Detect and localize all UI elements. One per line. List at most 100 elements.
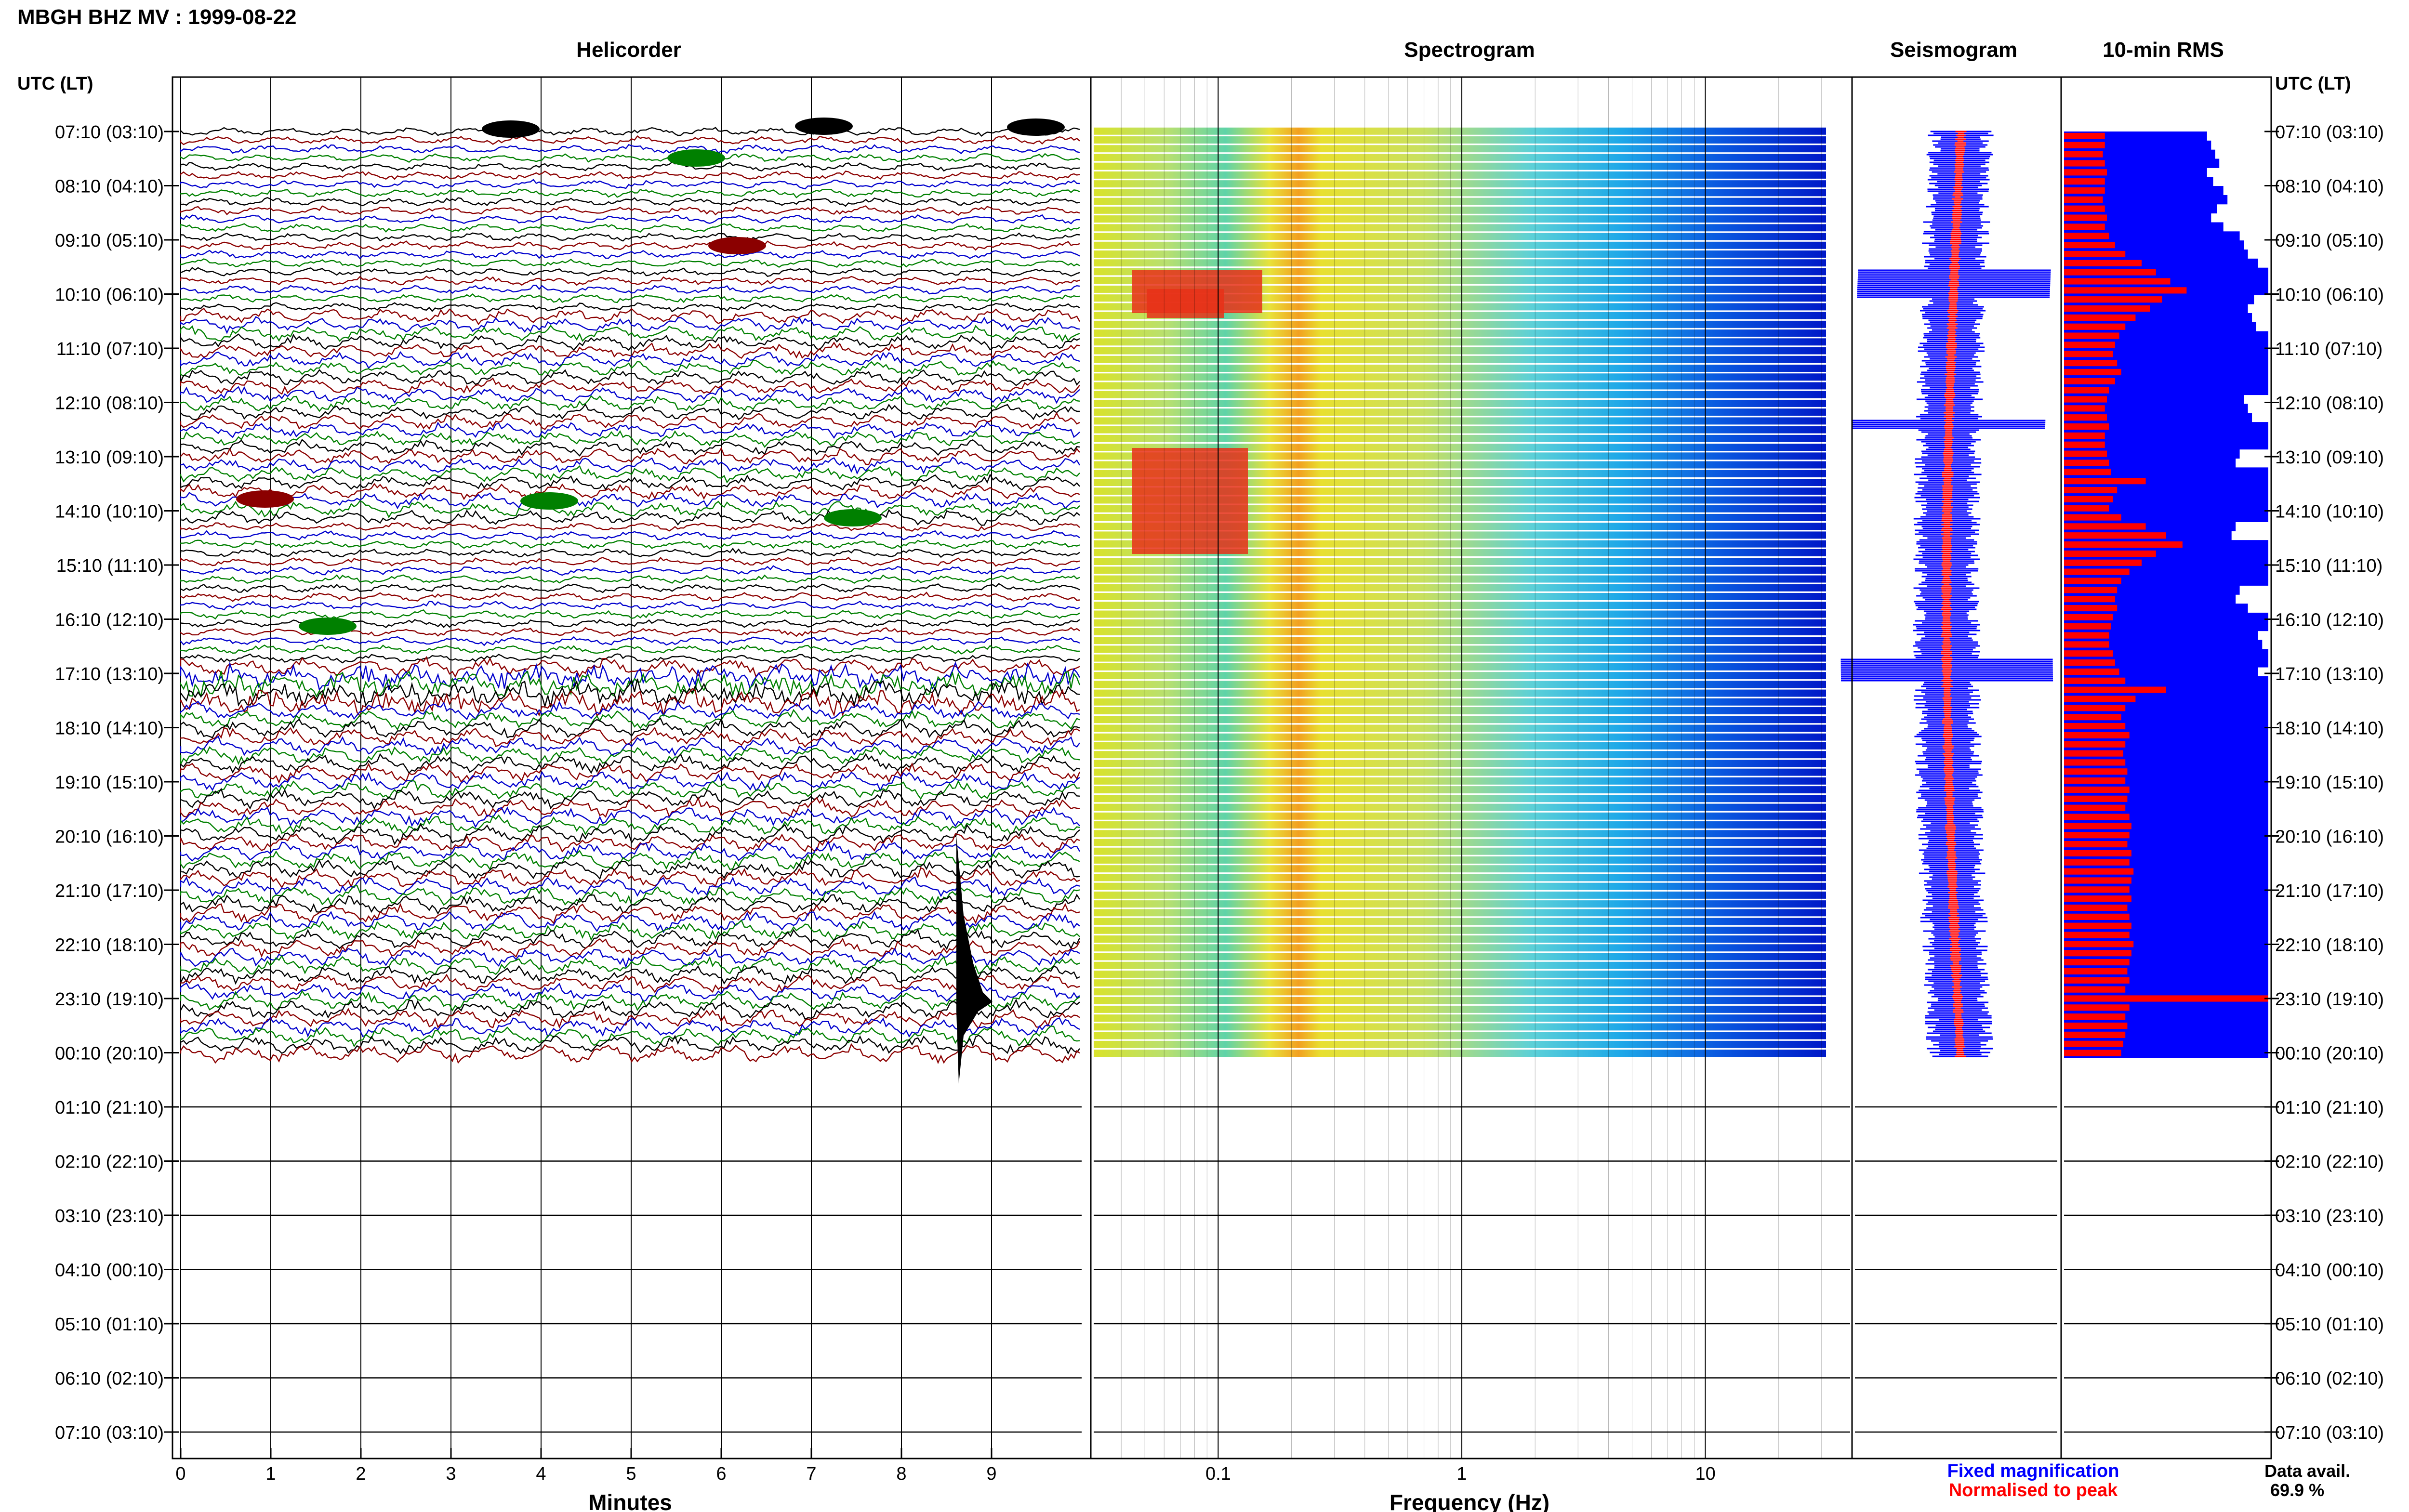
spectrogram-row <box>1094 180 1826 188</box>
helicorder-trace <box>180 539 1080 550</box>
spectrogram-row <box>1094 681 1826 688</box>
helicorder-trace <box>180 153 1080 163</box>
spectrogram-row <box>1094 1014 1826 1022</box>
rms-normalised-bar <box>2064 541 2183 548</box>
rms-normalised-bar <box>2064 242 2115 249</box>
rms-normalised-bar <box>2064 1013 2126 1020</box>
helicorder-panel <box>180 77 1081 1459</box>
rms-panel <box>2064 131 2268 1058</box>
spectrogram-row <box>1094 1005 1826 1013</box>
rms-normalised-bar <box>2064 959 2130 966</box>
helicorder-trace <box>180 745 1080 765</box>
rms-normalised-bar <box>2064 723 2126 730</box>
spectrogram-row <box>1094 654 1826 662</box>
rms-normalised-bar <box>2064 995 2268 1002</box>
spectrogram-row <box>1094 602 1826 609</box>
spectrogram-row <box>1094 338 1826 346</box>
row-label-left: 01:10 (21:10) <box>55 1098 164 1118</box>
spectrogram-row <box>1094 224 1826 232</box>
spectrogram-row <box>1094 988 1826 996</box>
helicorder-trace <box>180 377 1080 395</box>
row-label-right: 07:10 (03:10) <box>2275 122 2384 143</box>
rms-normalised-bar <box>2064 414 2107 421</box>
row-label-left: 15:10 (11:10) <box>56 556 164 576</box>
helicorder-trace <box>180 990 1080 1012</box>
rms-normalised-bar <box>2064 342 2115 348</box>
rms-normalised-bar <box>2064 596 2115 603</box>
row-label-left: 17:10 (13:10) <box>55 664 164 684</box>
x-axes: 0 1 2 3 4 5 6 7 8 9 0.1 1 10 <box>175 1448 1716 1484</box>
rms-normalised-bar <box>2064 368 2121 376</box>
helicorder-trace <box>180 547 1080 558</box>
helicorder-event <box>795 118 853 135</box>
spectrogram-row <box>1094 215 1826 223</box>
row-label-right: 17:10 (13:10) <box>2275 664 2384 684</box>
spectrogram-row <box>1094 698 1826 706</box>
rms-normalised-bar <box>2064 986 2126 993</box>
spectrogram-row <box>1094 909 1826 917</box>
frequency-tick-label: 10 <box>1695 1464 1715 1484</box>
row-label-right: 08:10 (04:10) <box>2275 177 2384 197</box>
helicorder-trace <box>180 250 1080 260</box>
rms-normalised-bar <box>2064 187 2105 194</box>
rms-normalised-bar <box>2064 977 2130 984</box>
rms-normalised-bar <box>2064 360 2118 367</box>
rms-normalised-bar <box>2064 496 2113 502</box>
row-label-left: 11:10 (07:10) <box>56 339 164 359</box>
spectrogram-row <box>1094 347 1826 355</box>
rms-normalised-bar <box>2064 441 2105 448</box>
helicorder-trace <box>180 771 1080 792</box>
rms-normalised-bar <box>2064 968 2128 975</box>
rms-title: 10-min RMS <box>2103 38 2224 62</box>
rms-normalised-bar <box>2064 587 2118 593</box>
spectrogram-row <box>1094 882 1826 890</box>
spectrogram-row <box>1094 830 1826 838</box>
rms-normalised-bar <box>2064 523 2146 530</box>
rms-normalised-bar <box>2064 605 2118 612</box>
helicorder-trace <box>180 670 1081 700</box>
helicorder-trace <box>180 421 1080 439</box>
spectrogram-row <box>1094 795 1826 802</box>
helicorder-trace <box>180 928 1081 950</box>
rms-normalised-bar <box>2064 287 2187 294</box>
spectrogram-row <box>1094 689 1826 697</box>
frequency-axis-label: Frequency (Hz) <box>1390 1490 1549 1512</box>
helicorder-trace <box>180 369 1080 386</box>
spectrogram-row <box>1094 566 1826 574</box>
spectrogram-row <box>1094 434 1826 442</box>
row-label-left: 09:10 (05:10) <box>55 231 164 251</box>
helicorder-trace <box>180 644 1080 655</box>
helicorder-trace <box>180 144 1080 155</box>
spectrogram-row <box>1094 233 1826 240</box>
rms-normalised-bar <box>2064 486 2118 494</box>
row-label-left: 06:10 (02:10) <box>55 1369 164 1389</box>
spectrogram-row <box>1094 154 1826 161</box>
helicorder-trace <box>180 876 1080 897</box>
helicorder-trace <box>180 285 1080 295</box>
rms-normalised-bar <box>2064 668 2119 675</box>
rms-normalised-bar <box>2064 224 2105 230</box>
frequency-tick-label: 1 <box>1456 1464 1467 1484</box>
spectrogram-row <box>1094 900 1826 908</box>
rms-normalised-bar <box>2064 1040 2123 1047</box>
rms-normalised-bar <box>2064 886 2130 893</box>
rms-normalised-bar <box>2064 1004 2130 1011</box>
spectrogram-row <box>1094 628 1826 635</box>
row-label-right: 06:10 (02:10) <box>2275 1369 2384 1389</box>
rms-normalised-bar <box>2064 469 2111 475</box>
rms-normalised-bar <box>2064 868 2134 875</box>
spectrogram-row <box>1094 961 1826 969</box>
helicorder-trace <box>180 636 1080 646</box>
minute-tick-label: 0 <box>175 1464 185 1484</box>
rms-normalised-bar <box>2064 913 2130 920</box>
rms-normalised-bar <box>2064 423 2109 430</box>
row-label-left: 13:10 (09:10) <box>55 447 164 468</box>
helicorder-trace <box>180 1035 1080 1055</box>
spectrogram-row <box>1094 997 1826 1004</box>
spectrogram-row <box>1094 426 1826 434</box>
rms-normalised-bar <box>2064 142 2105 148</box>
time-axis-label-right: UTC (LT) <box>2275 74 2351 94</box>
minute-tick-label: 8 <box>896 1464 906 1484</box>
rms-normalised-bar <box>2064 922 2131 929</box>
row-label-right: 00:10 (20:10) <box>2275 1044 2384 1064</box>
